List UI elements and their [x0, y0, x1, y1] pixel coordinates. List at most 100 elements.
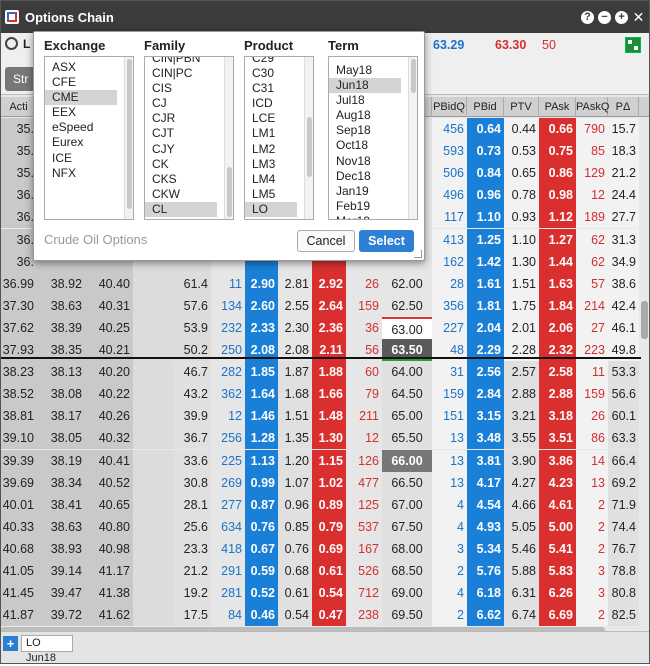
cell-paskq-col[interactable]: 3: [576, 560, 608, 582]
cell-cd-col[interactable]: 36.: [1, 184, 37, 207]
cell-ph-col[interactable]: 40.52: [85, 471, 133, 494]
cell-cd-col[interactable]: 35.: [1, 118, 37, 140]
cell-cd-col[interactable]: 35.: [1, 162, 37, 185]
cell-caskq-col[interactable]: 126: [346, 449, 382, 472]
cell-blank-col[interactable]: [133, 427, 173, 450]
cell-blank-col[interactable]: [133, 316, 173, 339]
cell-pask-col[interactable]: 1.27: [539, 228, 576, 251]
cell-cd-col[interactable]: 40.01: [1, 493, 37, 516]
list-item[interactable]: May18: [329, 63, 417, 78]
strategy-button[interactable]: Str: [5, 67, 35, 91]
cell-strike-col[interactable]: 67.00: [382, 493, 432, 516]
cell-ph-col[interactable]: 40.26: [85, 405, 133, 428]
cell-pbidq-col[interactable]: 3: [432, 537, 467, 560]
cell-blank-col[interactable]: [133, 471, 173, 494]
cell-cd-col[interactable]: 41.45: [1, 582, 37, 605]
list-item[interactable]: CJR: [145, 111, 233, 126]
cell-pdelta-col[interactable]: 46.1: [608, 316, 639, 339]
cell-ptv-col[interactable]: 2.01: [504, 316, 539, 339]
table-row[interactable]: 37.30 38.63 40.31 57.6 134 2.60 2.55 2.64 159 62.…: [1, 294, 639, 317]
cell-pbid-col[interactable]: 1.61: [467, 272, 504, 295]
cell-cbidq-col[interactable]: 418: [211, 537, 245, 560]
cell-pbid-col[interactable]: 2.56: [467, 361, 504, 384]
cell-ctv-col[interactable]: 1.51: [278, 405, 312, 428]
cell-pbid-col[interactable]: 1.10: [467, 206, 504, 229]
cell-ph-col[interactable]: 40.20: [85, 361, 133, 384]
cell-pbid-col[interactable]: 2.04: [467, 316, 504, 339]
cell-ptv-col[interactable]: 3.90: [504, 449, 539, 472]
cell-ctv-col[interactable]: 1.20: [278, 449, 312, 472]
cell-ph-col[interactable]: 40.32: [85, 427, 133, 450]
table-row[interactable]: 40.33 38.63 40.80 25.6 634 0.76 0.85 0.79 537 67.…: [1, 515, 639, 538]
cell-ptv-col[interactable]: 3.55: [504, 427, 539, 450]
list-item[interactable]: Jan19: [329, 184, 417, 199]
cell-pbid-col[interactable]: 0.84: [467, 162, 504, 185]
cell-cask-col[interactable]: 0.69: [312, 537, 346, 560]
list-item[interactable]: CKS: [145, 172, 233, 187]
list-item[interactable]: ICE: [45, 151, 133, 166]
cell-caskq-col[interactable]: 537: [346, 515, 382, 538]
cell-paskq-col[interactable]: 214: [576, 294, 608, 317]
cell-paskq-col[interactable]: 2: [576, 515, 608, 538]
help-icon[interactable]: ?: [581, 11, 594, 24]
list-item[interactable]: CIN|PC: [145, 66, 233, 81]
cell-cbidq-col[interactable]: 232: [211, 316, 245, 339]
cell-pbidq-col[interactable]: 159: [432, 383, 467, 406]
cell-blank-col[interactable]: [133, 405, 173, 428]
cell-pl-col[interactable]: 38.63: [37, 294, 85, 317]
table-row[interactable]: 38.81 38.17 40.26 39.9 12 1.46 1.51 1.48 211 65.0…: [1, 405, 639, 428]
cell-ptv-col[interactable]: 0.78: [504, 184, 539, 207]
cell-cbid-col[interactable]: 2.33: [245, 316, 278, 339]
cell-cask-col[interactable]: 0.79: [312, 515, 346, 538]
cell-pask-col[interactable]: 3.51: [539, 427, 576, 450]
cell-paskq-col[interactable]: 57: [576, 272, 608, 295]
cell-pbid-col[interactable]: 1.81: [467, 294, 504, 317]
cell-pask-col[interactable]: 2.58: [539, 361, 576, 384]
cell-ctv-col[interactable]: 1.68: [278, 383, 312, 406]
table-row[interactable]: 40.68 38.93 40.98 23.3 418 0.67 0.76 0.69 167 68.…: [1, 537, 639, 560]
cell-blank-col[interactable]: [133, 582, 173, 605]
cell-pbidq-col[interactable]: 4: [432, 582, 467, 605]
cell-pdelta-col[interactable]: 76.7: [608, 537, 639, 560]
table-row[interactable]: 41.05 39.14 41.17 21.2 291 0.59 0.68 0.61 526 68.…: [1, 560, 639, 582]
table-row[interactable]: 38.52 38.08 40.22 43.2 362 1.64 1.68 1.66 79 64.5…: [1, 383, 639, 406]
cell-pbid-col[interactable]: 0.73: [467, 140, 504, 163]
grid-layout-icon[interactable]: [625, 37, 641, 53]
cell-pbidq-col[interactable]: 4: [432, 515, 467, 538]
list-item[interactable]: CK: [145, 157, 233, 172]
cell-caskq-col[interactable]: 26: [346, 272, 382, 295]
cell-ptv-col[interactable]: 2.57: [504, 361, 539, 384]
cell-pask-col[interactable]: 4.61: [539, 493, 576, 516]
cell-cbid-col[interactable]: 0.76: [245, 515, 278, 538]
cell-cask-col[interactable]: 1.02: [312, 471, 346, 494]
cell-pl-col[interactable]: 38.34: [37, 471, 85, 494]
cell-pbid-col[interactable]: 5.76: [467, 560, 504, 582]
cell-cbid-col[interactable]: 1.85: [245, 361, 278, 384]
cell-civ-col[interactable]: 33.6: [173, 449, 211, 472]
cell-civ-col[interactable]: 36.7: [173, 427, 211, 450]
cell-cbid-col[interactable]: 1.64: [245, 383, 278, 406]
cell-pdelta-col[interactable]: 71.9: [608, 493, 639, 516]
cell-pdelta-col[interactable]: 34.9: [608, 250, 639, 273]
cell-civ-col[interactable]: 23.3: [173, 537, 211, 560]
cell-cbidq-col[interactable]: 277: [211, 493, 245, 516]
header-pask-col[interactable]: PAsk: [539, 97, 576, 117]
cell-cd-col[interactable]: 41.05: [1, 560, 37, 582]
list-item[interactable]: LM2: [245, 142, 313, 157]
cell-pdelta-col[interactable]: 82.5: [608, 604, 639, 627]
cell-pbidq-col[interactable]: 13: [432, 449, 467, 472]
cell-ctv-col[interactable]: 0.68: [278, 560, 312, 582]
cell-blank-col[interactable]: [133, 272, 173, 295]
cell-pbid-col[interactable]: 1.42: [467, 250, 504, 273]
table-row[interactable]: 36.99 38.92 40.40 61.4 11 2.90 2.81 2.92 26 62.00…: [1, 272, 639, 295]
cell-paskq-col[interactable]: 62: [576, 228, 608, 251]
cell-caskq-col[interactable]: 159: [346, 294, 382, 317]
cell-blank-col[interactable]: [133, 383, 173, 406]
cell-paskq-col[interactable]: 27: [576, 316, 608, 339]
cell-caskq-col[interactable]: 526: [346, 560, 382, 582]
cell-pl-col[interactable]: 38.63: [37, 515, 85, 538]
list-scroll-thumb[interactable]: [227, 167, 232, 217]
list-scrollbar[interactable]: [124, 57, 133, 219]
cell-pdelta-col[interactable]: 78.8: [608, 560, 639, 582]
cell-pdelta-col[interactable]: 66.4: [608, 449, 639, 472]
